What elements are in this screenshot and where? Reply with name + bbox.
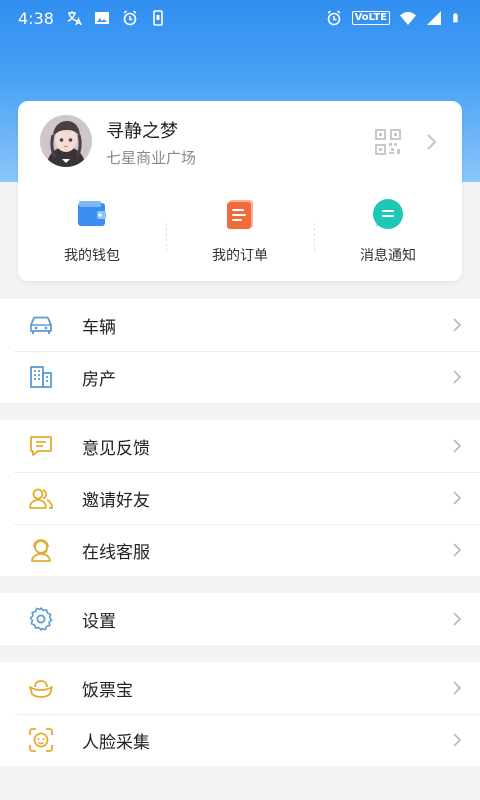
avatar-portrait xyxy=(40,115,92,167)
chevron-right-icon xyxy=(453,733,462,747)
menu-item-face-capture[interactable]: 人脸采集 xyxy=(0,714,480,766)
menu-item-label: 设置 xyxy=(82,611,116,632)
status-time: 4:38 xyxy=(18,8,54,28)
avatar[interactable] xyxy=(40,115,92,167)
wallet-icon xyxy=(78,201,106,226)
menu-item-label: 意见反馈 xyxy=(82,438,150,459)
menu-item-property[interactable]: 房产 xyxy=(0,351,480,403)
image-icon xyxy=(94,12,109,24)
volte-badge: VoLTE xyxy=(351,11,390,25)
menu-group-services: 饭票宝 人脸采集 xyxy=(0,662,480,766)
chevron-right-icon xyxy=(453,370,462,384)
menu-item-vehicle[interactable]: 车辆 xyxy=(0,299,480,351)
chevron-right-icon xyxy=(453,439,462,453)
menu-item-label: 车辆 xyxy=(82,317,116,338)
chevron-right-icon xyxy=(453,681,462,695)
chevron-right-icon[interactable] xyxy=(426,133,438,151)
profile-card[interactable]: 寻静之梦 七星商业广场 我的钱包 我的订单 消息通知 xyxy=(18,101,462,281)
chevron-right-icon xyxy=(453,612,462,626)
gold-ingot-icon xyxy=(29,680,53,698)
quick-action-orders[interactable]: 我的订单 xyxy=(166,197,314,269)
wifi-icon xyxy=(400,12,416,25)
face-scan-icon xyxy=(29,728,53,752)
chevron-right-icon xyxy=(453,543,462,557)
menu-item-feedback[interactable]: 意见反馈 xyxy=(0,420,480,472)
menu-item-label: 饭票宝 xyxy=(82,680,133,701)
signal-icon xyxy=(427,11,441,25)
menu-item-customer-service[interactable]: 在线客服 xyxy=(0,524,480,576)
quick-action-label: 消息通知 xyxy=(360,248,416,264)
quick-action-label: 我的订单 xyxy=(212,248,268,264)
menu-group-settings: 设置 xyxy=(0,593,480,645)
quick-actions: 我的钱包 我的订单 消息通知 xyxy=(18,197,462,269)
building-icon xyxy=(30,366,52,388)
alarm-icon xyxy=(123,10,137,26)
qr-code-icon[interactable] xyxy=(374,128,402,156)
phone-storage-icon xyxy=(153,10,163,26)
menu-group-assets: 车辆 房产 xyxy=(0,299,480,403)
user-location: 七星商业广场 xyxy=(106,149,197,167)
feedback-icon xyxy=(30,436,52,456)
invite-friends-icon xyxy=(29,488,53,509)
menu-item-label: 房产 xyxy=(82,369,116,390)
menu-item-meal-ticket[interactable]: 饭票宝 xyxy=(0,662,480,714)
menu-item-label: 人脸采集 xyxy=(82,732,150,753)
menu-item-settings[interactable]: 设置 xyxy=(0,593,480,645)
translate-icon xyxy=(67,11,82,26)
chevron-right-icon xyxy=(453,491,462,505)
order-icon xyxy=(227,200,253,229)
status-bar: 4:38 VoLTE xyxy=(0,0,480,36)
quick-action-messages[interactable]: 消息通知 xyxy=(314,197,462,269)
quick-action-label: 我的钱包 xyxy=(64,248,120,264)
settings-icon xyxy=(29,607,53,631)
message-icon xyxy=(373,199,403,229)
customer-service-icon xyxy=(31,539,51,562)
battery-icon xyxy=(453,13,458,23)
user-name: 寻静之梦 xyxy=(106,121,178,142)
menu-item-label: 邀请好友 xyxy=(82,490,150,511)
chevron-right-icon xyxy=(453,318,462,332)
menu-group-social: 意见反馈 邀请好友 在线客服 xyxy=(0,420,480,576)
alarm-icon xyxy=(327,10,341,26)
menu-item-label: 在线客服 xyxy=(82,542,150,563)
menu-item-invite-friends[interactable]: 邀请好友 xyxy=(0,472,480,524)
car-icon xyxy=(30,316,52,334)
quick-action-wallet[interactable]: 我的钱包 xyxy=(18,197,166,269)
